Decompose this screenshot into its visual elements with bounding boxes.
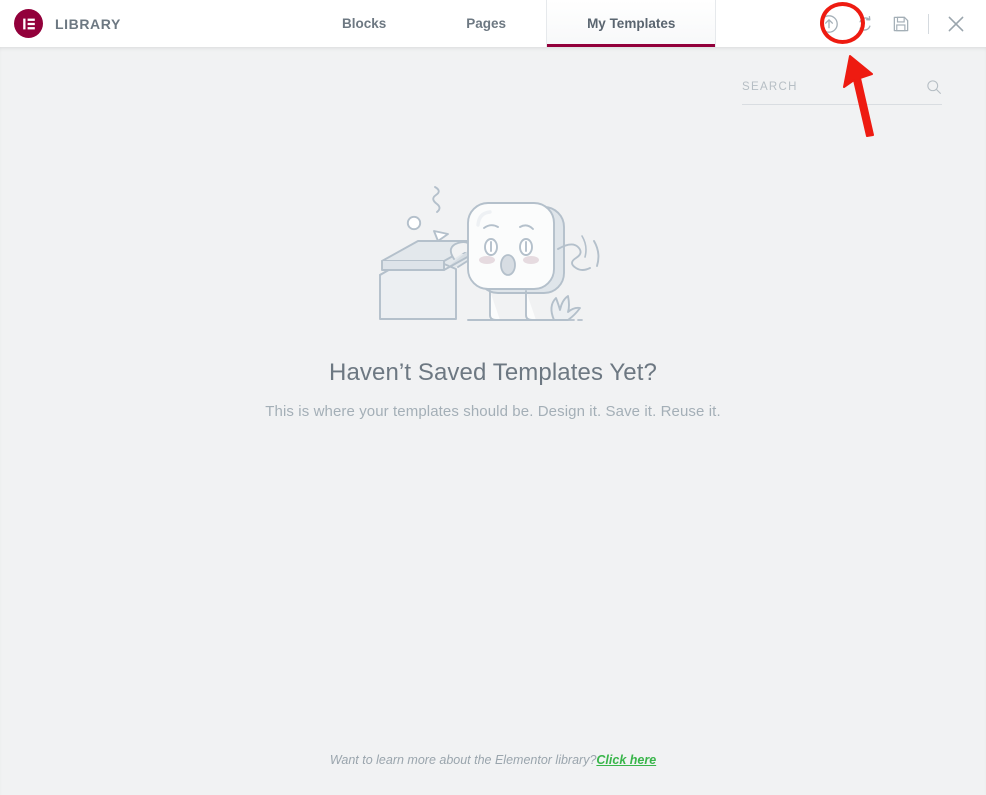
header-actions [811, 0, 974, 47]
close-icon[interactable] [938, 0, 974, 47]
empty-state: Haven’t Saved Templates Yet? This is whe… [0, 177, 986, 420]
elementor-logo-icon [14, 9, 43, 38]
library-logo-group: LIBRARY [14, 9, 121, 38]
search-icon[interactable] [926, 79, 942, 95]
footer-note-text: Want to learn more about the Elementor l… [329, 753, 597, 767]
library-modal: LIBRARY Blocks Pages My Templates SEARCH… [0, 0, 986, 795]
tab-blocks[interactable]: Blocks [302, 0, 426, 47]
footer-note: Want to learn more about the Elementor l… [0, 753, 986, 767]
sync-icon[interactable] [847, 0, 883, 47]
header-divider [928, 13, 929, 34]
learn-more-link[interactable]: Click here [596, 753, 656, 767]
modal-header: LIBRARY Blocks Pages My Templates [0, 0, 986, 47]
upload-circle-icon[interactable] [811, 0, 847, 47]
empty-state-title: Haven’t Saved Templates Yet? [329, 359, 657, 386]
save-floppy-icon[interactable] [883, 0, 919, 47]
modal-body: Haven’t Saved Templates Yet? This is whe… [0, 47, 986, 795]
page-title: LIBRARY [55, 15, 121, 32]
search-input[interactable] [742, 81, 926, 97]
surprised-box-character-illustration [379, 186, 600, 321]
tab-my-templates[interactable]: My Templates [546, 0, 717, 47]
search-field[interactable] [742, 74, 942, 105]
tab-pages[interactable]: Pages [426, 0, 546, 47]
empty-state-subtitle: This is where your templates should be. … [265, 403, 721, 420]
library-tabs: Blocks Pages My Templates [302, 0, 717, 47]
